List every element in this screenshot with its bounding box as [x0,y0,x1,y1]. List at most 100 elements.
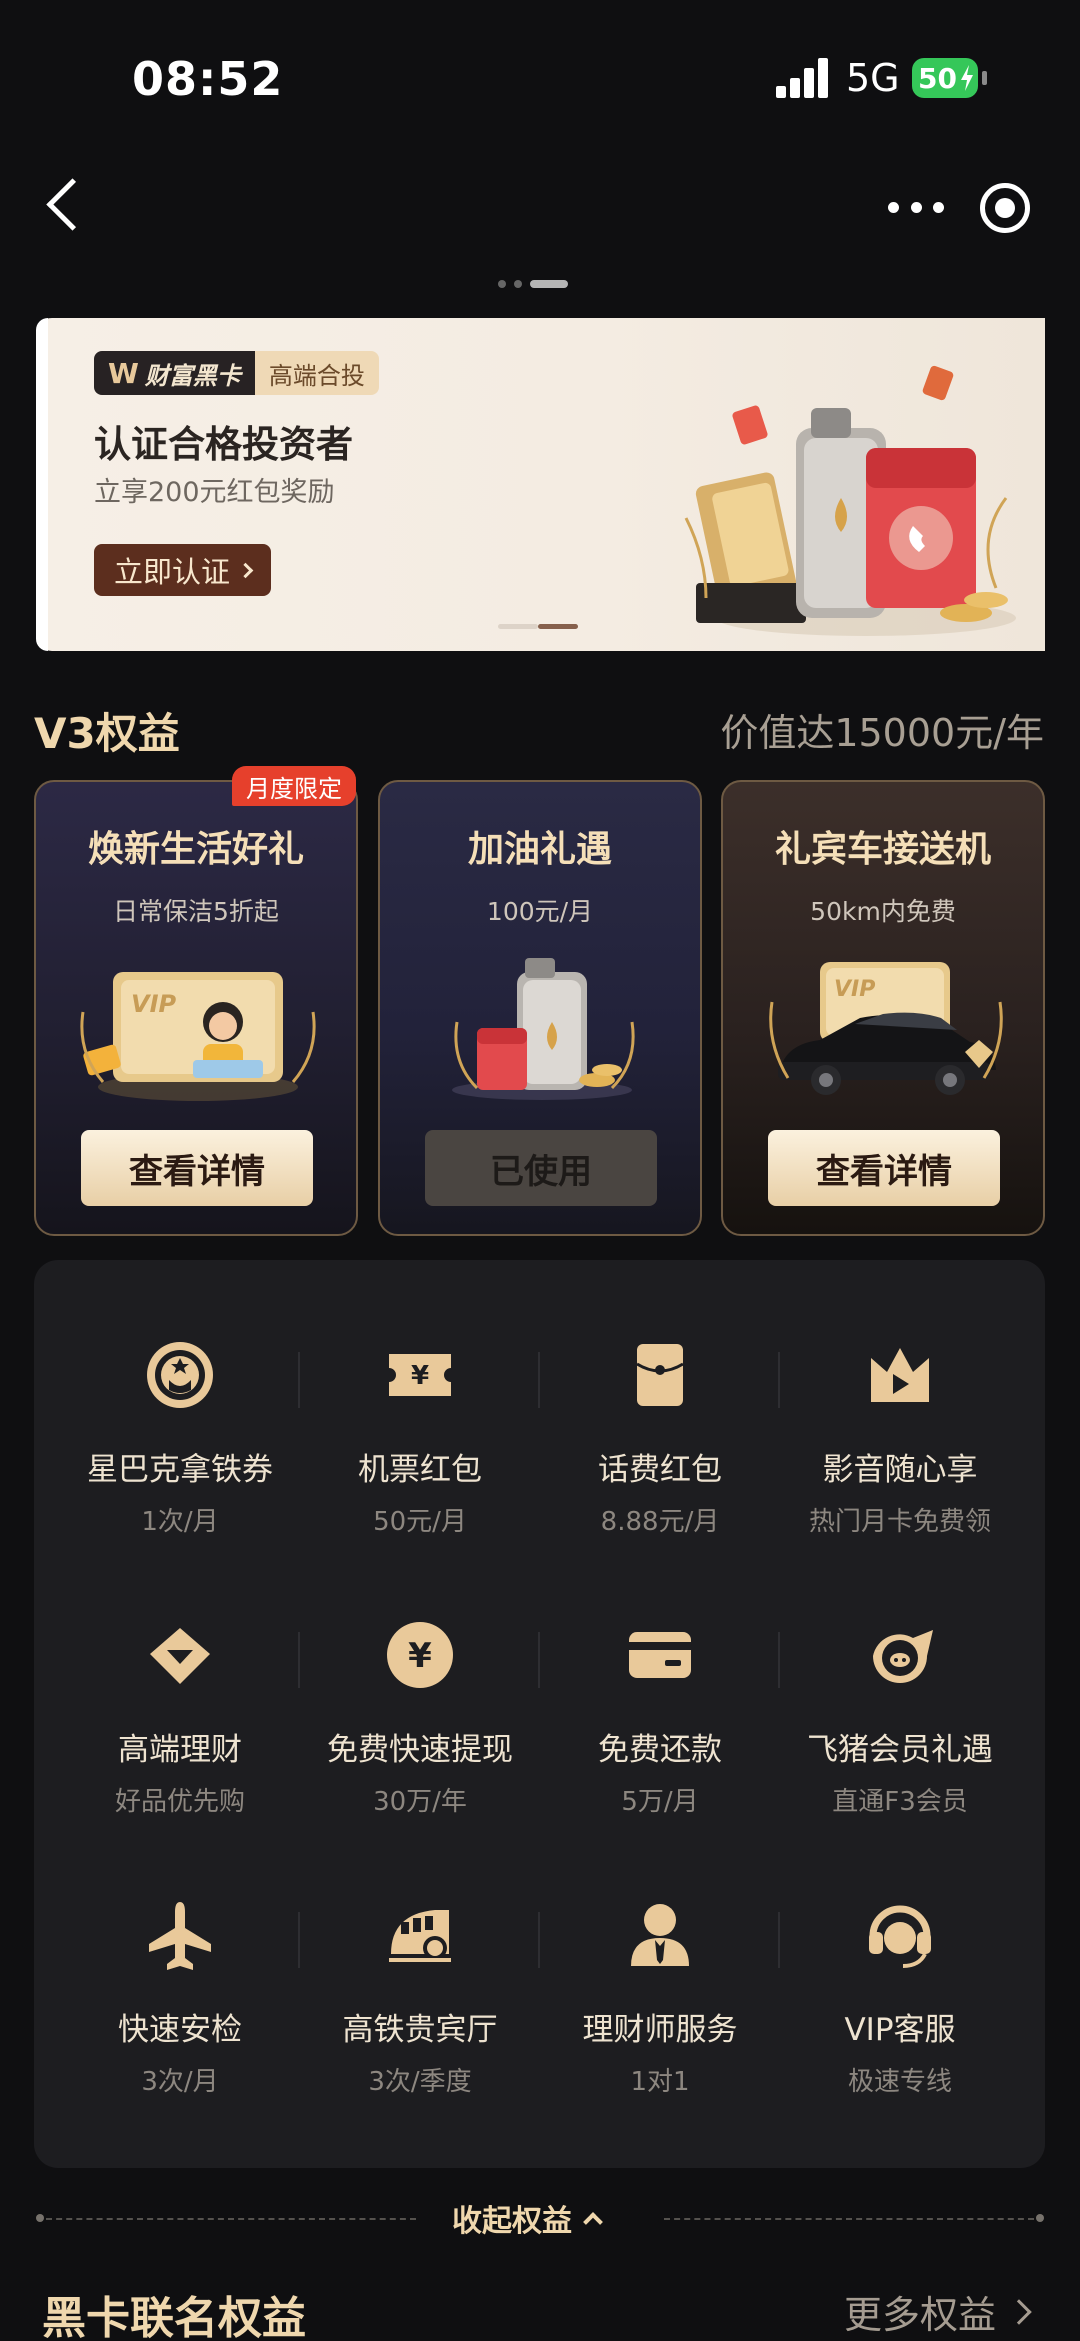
benefit-security[interactable]: 快速安检 3次/月 [60,1900,300,2098]
back-icon[interactable] [38,176,88,240]
grid-divider [298,1912,300,1968]
banner-title: 认证合格投资者 [94,423,353,466]
card-fuel[interactable]: 加油礼遇 100元/月 已使用 [378,780,702,1236]
benefit-starbucks[interactable]: 星巴克拿铁券 1次/月 [60,1340,300,1538]
benefit-label: 免费快速提现 [327,1732,513,1768]
used-button[interactable]: 已使用 [425,1130,657,1206]
card-icon [629,1632,691,1678]
fliggy-icon [873,1630,933,1683]
yuan-coin-icon: ¥ [387,1622,453,1688]
grid-divider [298,1352,300,1408]
benefit-sub: 1对1 [630,2067,690,2097]
airplane-icon [149,1902,211,1970]
promo-banner[interactable]: W 财富黑卡 高端合投 认证合格投资者 立享200元红包奖励 立即认证 [36,318,1045,651]
divider-dot [1036,2214,1044,2222]
benefit-label: 星巴克拿铁券 [87,1452,273,1488]
chevron-right-icon [237,562,254,578]
benefit-sub: 直通F3会员 [832,1787,968,1817]
grid-divider [298,1632,300,1688]
red-envelope-icon [636,1344,684,1406]
battery-icon: 50 [912,58,978,98]
banner-tag-label: 高端合投 [254,351,379,395]
card-home-cleaning[interactable]: 焕新生活好礼 日常保洁5折起 VIP 查看详情 [34,780,358,1236]
view-details-button[interactable]: 查看详情 [81,1130,313,1206]
benefit-wealth[interactable]: 高端理财 好品优先购 [60,1620,300,1818]
benefit-video[interactable]: 影音随心享 热门月卡免费领 [780,1340,1020,1538]
view-details-button[interactable]: 查看详情 [768,1130,1000,1206]
chevron-up-icon [583,2212,603,2232]
benefit-sub: 30万/年 [373,1787,467,1817]
brand-logo-icon: W [108,356,139,390]
video-crown-icon [871,1348,929,1402]
banner-subtitle: 立享200元红包奖励 [94,477,335,508]
benefit-sub: 8.88元/月 [600,1507,720,1537]
benefit-label: 快速安检 [118,2012,242,2048]
benefit-sub: 好品优先购 [114,1787,245,1817]
benefit-repay[interactable]: 免费还款 5万/月 [540,1620,780,1818]
banner-tag: W 财富黑卡 高端合投 [94,351,379,395]
status-bar: 08:52 5G 50 [0,0,1080,150]
benefit-sub: 5万/月 [621,1787,699,1817]
benefit-label: 理财师服务 [582,2012,738,2048]
collapse-benefits-button[interactable]: 收起权益 [452,2196,603,2240]
benefit-sub: 1次/月 [141,1507,219,1537]
card-subtitle: 50km内免费 [810,897,956,926]
benefit-vip-service[interactable]: VIP客服 极速专线 [780,1900,1020,2098]
more-benefits-link[interactable]: 更多权益 [844,2284,1032,2339]
more-icon[interactable] [888,192,944,222]
status-time: 08:52 [132,52,284,106]
ticket-icon: ¥ [389,1354,451,1396]
section-value: 价值达15000元/年 [720,711,1044,755]
benefit-train-lounge[interactable]: 高铁贵宾厅 3次/季度 [300,1900,540,2098]
benefit-flight-envelope[interactable]: ¥ 机票红包 50元/月 [300,1340,540,1538]
benefit-sub: 3次/月 [141,2067,219,2097]
certify-button[interactable]: 立即认证 [94,544,272,596]
benefit-sub: 3次/季度 [368,2067,472,2097]
benefit-label: 影音随心享 [822,1452,978,1488]
battery-tip [982,71,987,85]
signal-icon [776,58,830,98]
headset-icon [869,1905,931,1968]
brand-name: 财富黑卡 [144,361,241,390]
benefit-phone-envelope[interactable]: 话费红包 8.88元/月 [540,1340,780,1538]
diamond-icon [150,1628,210,1684]
collapse-label: 收起权益 [452,2204,572,2239]
card-title: 焕新生活好礼 [87,829,304,870]
close-miniapp-icon[interactable] [980,183,1030,233]
chevron-right-icon [1006,2298,1032,2325]
divider-dot [36,2214,44,2222]
grid-divider [778,1632,780,1688]
benefit-fliggy[interactable]: 飞猪会员礼遇 直通F3会员 [780,1620,1020,1818]
grid-divider [778,1352,780,1408]
benefit-label: 高铁贵宾厅 [342,2012,498,2048]
card-subtitle: 日常保洁5折起 [113,897,279,926]
fuel-gift-icon [452,958,635,1100]
card-title: 加油礼遇 [467,829,612,870]
benefit-label: 机票红包 [358,1452,482,1488]
benefit-withdraw[interactable]: ¥ 免费快速提现 30万/年 [300,1620,540,1818]
card-airport-transfer[interactable]: 礼宾车接送机 50km内免费 VIP 查看详情 [721,780,1045,1236]
grid-divider [538,1912,540,1968]
divider-line [664,2218,1034,2220]
monthly-limited-badge: 月度限定 [232,766,356,806]
card-subtitle: 100元/月 [486,897,594,926]
benefit-sub: 极速专线 [847,2067,952,2097]
benefit-sub: 50元/月 [373,1507,467,1537]
battery-level: 50 [918,61,957,95]
svg-text:VIP: VIP [834,977,875,1002]
svg-text:VIP: VIP [131,990,177,1018]
gift-illustration-icon [684,365,1016,636]
benefit-sub: 热门月卡免费领 [808,1507,991,1537]
grid-divider [538,1632,540,1688]
benefit-label: 飞猪会员礼遇 [807,1732,993,1768]
banner-edge [36,318,48,651]
grid-divider [538,1352,540,1408]
train-icon [389,1910,451,1962]
certify-button-label: 立即认证 [114,555,231,589]
network-type: 5G [846,56,900,100]
more-benefits-label: 更多权益 [844,2293,997,2337]
benefit-advisor[interactable]: 理财师服务 1对1 [540,1900,780,2098]
cobrand-section-title: 黑卡联名权益 [42,2293,306,2341]
starbucks-icon [147,1342,213,1408]
svg-text:¥: ¥ [411,1361,429,1391]
